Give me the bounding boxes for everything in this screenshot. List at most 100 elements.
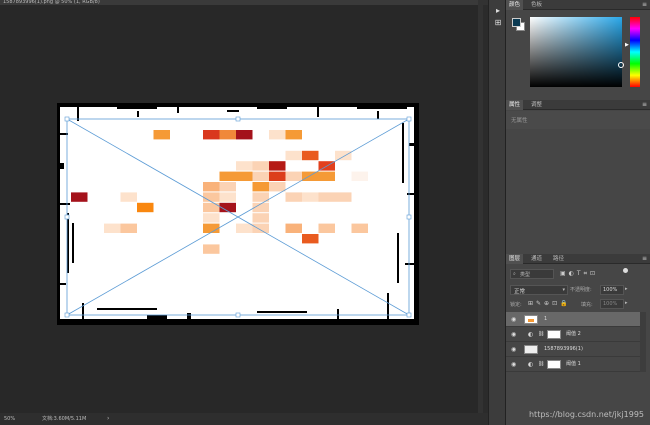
tab-layers[interactable]: 图层 (506, 254, 524, 264)
heatmap-cell (318, 192, 335, 202)
history-icon[interactable]: ▸ (493, 6, 503, 16)
fill-label: 填充: (581, 302, 593, 308)
blend-mode-select[interactable]: 正常 ▾ (510, 285, 568, 295)
eye-icon[interactable]: ◉ (511, 361, 516, 368)
fill-input[interactable]: 100% (600, 299, 624, 309)
heatmap-cell (269, 130, 286, 140)
heatmap-cell (269, 171, 286, 181)
tab-swatches[interactable]: 色板 (528, 0, 545, 10)
heatmap-cell (351, 171, 368, 181)
blend-mode-value: 正常 (514, 289, 526, 295)
heatmap-cell (137, 202, 154, 213)
filter-search-icon: ⌕ (513, 271, 516, 277)
layers-scrollbar[interactable] (640, 312, 646, 372)
layer-name: 1 (544, 316, 548, 322)
zoom-level[interactable]: 50% (4, 413, 15, 425)
eye-icon[interactable]: ◉ (511, 331, 516, 338)
heatmap-cell (335, 192, 352, 202)
link-icon: ⛓ (538, 331, 545, 337)
layer-mask-thumbnail (547, 330, 561, 339)
right-panels: 颜色 色板 ≡ ▶ 属性 调整 ≡ 无属性 图层 通道 路径 ≡ ⌕ 类型 ▣◐… (506, 0, 650, 425)
layer-thumbnail (524, 345, 538, 354)
canvas-area[interactable] (0, 5, 478, 413)
chevron-down-icon: ▾ (562, 287, 565, 293)
document-canvas[interactable] (57, 103, 419, 325)
heatmap-cell (203, 223, 220, 233)
handle-top-middle (235, 116, 241, 122)
lock-icons[interactable]: ⊞✎⊕⊡🔒 (528, 300, 571, 307)
panel-menu-icon[interactable]: ≡ (642, 0, 647, 10)
panel-icon-strip: ▸ ⊞ (488, 0, 506, 425)
layer-row-threshold-2[interactable]: ◉ ◐ ⛓ 阈值 2 (506, 327, 640, 342)
heatmap-cell (236, 130, 253, 140)
layer-row-source-image[interactable]: ◉ 1587893996(1) (506, 342, 640, 357)
watermark-text: https://blog.csdn.net/jkj1995 (528, 410, 644, 419)
tab-paths[interactable]: 路径 (550, 254, 567, 264)
layer-row-threshold-1[interactable]: ◉ ◐ ⛓ 阈值 1 (506, 357, 640, 372)
heatmap-cell (252, 223, 269, 233)
foreground-color-swatch[interactable] (512, 18, 521, 27)
heatmap-cell (285, 223, 302, 233)
layer-filter-icons[interactable]: ▣◐T⌗⊡ (560, 270, 598, 278)
heatmap-cell (219, 192, 236, 202)
heatmap-cell (252, 182, 269, 192)
heatmap-cell (203, 202, 220, 213)
heatmap-cell (252, 171, 269, 181)
heatmap-cell (318, 171, 335, 181)
color-field[interactable] (530, 17, 624, 87)
heatmap-cell (285, 130, 302, 140)
heatmap-cell (203, 182, 220, 192)
handle-middle-right (406, 214, 412, 220)
handle-bottom-middle (235, 312, 241, 318)
opacity-value: 100% (603, 287, 618, 293)
filter-toggle-icon[interactable] (623, 268, 628, 273)
heatmap-cell (351, 223, 368, 233)
heatmap-cell (120, 192, 137, 202)
eye-icon[interactable]: ◉ (511, 316, 516, 323)
doc-size-info: 文档:3.60M/5.11M (42, 416, 87, 422)
status-arrow-icon[interactable]: › (107, 413, 109, 425)
adjustment-layer-icon: ◐ (528, 361, 534, 368)
heatmap-cell (252, 213, 269, 223)
heatmap-cell (302, 192, 319, 202)
heatmap-cell (335, 150, 352, 161)
properties-panel-tabs: 属性 调整 ≡ (506, 100, 650, 110)
heatmap-cell (219, 130, 236, 140)
heatmap-cell (120, 223, 137, 233)
panel-menu-icon[interactable]: ≡ (642, 100, 647, 110)
color-cursor[interactable] (618, 62, 624, 68)
handle-bottom-left (64, 312, 70, 318)
link-icon: ⛓ (538, 361, 545, 367)
no-properties-text: 无属性 (511, 118, 528, 124)
heatmap-cell (104, 223, 121, 233)
opacity-chevron-icon[interactable]: ▸ (625, 286, 628, 292)
heatmap-cell (302, 150, 319, 161)
handle-top-right (406, 116, 412, 122)
tab-properties[interactable]: 属性 (506, 100, 524, 110)
tab-adjustments[interactable]: 调整 (528, 100, 545, 110)
layer-row-1[interactable]: ◉ 1 (506, 312, 640, 327)
panel-menu-icon[interactable]: ≡ (642, 254, 647, 264)
hue-slider[interactable] (630, 17, 640, 87)
filter-type-label: 类型 (520, 272, 531, 278)
layer-name: 1587893996(1) (544, 346, 583, 352)
fill-value: 100% (603, 301, 618, 307)
status-bar: 50% 文档:3.60M/5.11M › (0, 413, 488, 425)
fill-chevron-icon[interactable]: ▸ (625, 300, 628, 306)
heatmap-cell (302, 234, 319, 244)
heatmap-cell (219, 182, 236, 192)
opacity-label: 不透明度: (570, 287, 592, 293)
hue-marker-icon[interactable]: ▶ (625, 42, 629, 48)
heatmap-cell (153, 130, 170, 140)
tab-channels[interactable]: 通道 (528, 254, 545, 264)
layer-filter-select[interactable]: ⌕ 类型 (510, 269, 554, 279)
opacity-input[interactable]: 100% (600, 285, 624, 295)
layers-panel-tabs: 图层 通道 路径 ≡ (506, 254, 650, 264)
heatmap-cell (203, 213, 220, 223)
heatmap-cell (203, 244, 220, 254)
properties-icon[interactable]: ⊞ (493, 18, 503, 28)
tab-color[interactable]: 颜色 (506, 0, 524, 10)
eye-icon[interactable]: ◉ (511, 346, 516, 353)
heatmap-cell (71, 192, 88, 202)
properties-header: 无属性 (506, 111, 650, 129)
